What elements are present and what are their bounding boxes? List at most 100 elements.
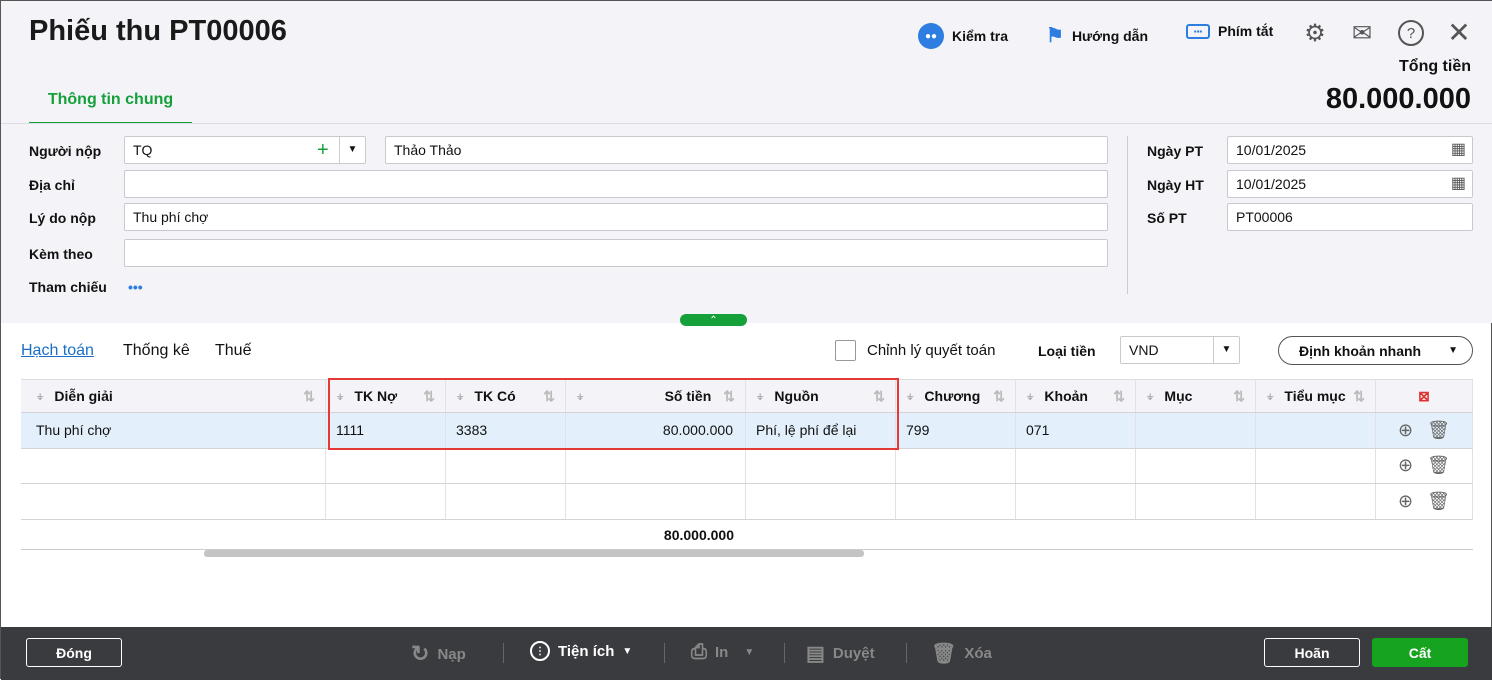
sort-icon[interactable]: ⇅ bbox=[1113, 388, 1125, 405]
settle-checkbox[interactable] bbox=[835, 340, 856, 361]
table-cell[interactable]: Thu phí chợ bbox=[26, 413, 326, 448]
add-icon[interactable]: + bbox=[317, 137, 329, 163]
horizontal-scrollbar[interactable] bbox=[204, 550, 864, 557]
sort-icon[interactable]: ⇅ bbox=[1353, 388, 1365, 405]
save-button[interactable]: Cất bbox=[1372, 638, 1468, 667]
reload-button[interactable]: ↻ Nạp bbox=[411, 641, 466, 667]
check-button[interactable]: ●● Kiểm tra bbox=[918, 23, 1008, 49]
column-header[interactable]: ⍖ Chương ⇅ bbox=[896, 380, 1016, 412]
guide-button[interactable]: ⚑ Hướng dẫn bbox=[1046, 23, 1148, 48]
table-cell[interactable] bbox=[566, 484, 746, 519]
trash-icon[interactable]: 🗑 bbox=[1427, 455, 1450, 476]
column-header[interactable]: ⍖ Mục ⇅ bbox=[1136, 380, 1256, 412]
table-row[interactable]: ⊕ 🗑 bbox=[21, 448, 1473, 484]
date-ht-field[interactable]: 10/01/2025 ▦ bbox=[1227, 170, 1473, 198]
utilities-button[interactable]: ⋮ Tiện ích ▼ bbox=[530, 641, 632, 661]
reason-label: Lý do nộp bbox=[29, 210, 96, 226]
trash-icon[interactable]: 🗑 bbox=[1427, 420, 1450, 441]
table-cell[interactable] bbox=[326, 448, 446, 483]
table-cell[interactable] bbox=[1016, 448, 1136, 483]
calendar-icon[interactable]: ▦ bbox=[1451, 137, 1466, 163]
attach-field[interactable] bbox=[124, 239, 1108, 267]
payer-code-combobox[interactable]: TQ + ▼ bbox=[124, 136, 366, 164]
caret-down-icon: ▼ bbox=[1448, 345, 1458, 356]
table-cell[interactable] bbox=[1136, 413, 1256, 448]
close-button[interactable]: Đóng bbox=[26, 638, 122, 667]
approve-button[interactable]: ▤ Duyệt bbox=[806, 641, 875, 666]
column-header[interactable]: ⍖ Khoản ⇅ bbox=[1016, 380, 1136, 412]
table-cell[interactable]: 799 bbox=[896, 413, 1016, 448]
table-cell[interactable] bbox=[446, 448, 566, 483]
delete-all-icon[interactable]: ⊠ bbox=[1376, 380, 1473, 412]
add-row-icon[interactable]: ⊕ bbox=[1398, 455, 1413, 476]
table-cell[interactable]: 071 bbox=[1016, 413, 1136, 448]
close-icon[interactable]: ✕ bbox=[1445, 17, 1473, 48]
address-label: Địa chỉ bbox=[29, 177, 75, 193]
chevron-down-icon[interactable]: ▼ bbox=[1213, 337, 1239, 363]
table-cell[interactable] bbox=[1016, 484, 1136, 519]
quick-entry-button[interactable]: Định khoản nhanh ▼ bbox=[1278, 336, 1473, 365]
table-row[interactable]: ⊕ 🗑 bbox=[21, 484, 1473, 520]
delete-button[interactable]: 🗑 Xóa bbox=[931, 641, 992, 666]
chevron-down-icon[interactable]: ▼ bbox=[339, 137, 365, 163]
gear-icon[interactable]: ⚙ bbox=[1301, 19, 1329, 47]
help-icon[interactable]: ? bbox=[1398, 20, 1424, 46]
signpost-icon: ⚑ bbox=[1046, 25, 1064, 47]
sort-icon[interactable]: ⇅ bbox=[303, 388, 315, 405]
column-title: Chương bbox=[924, 388, 981, 404]
tab-accounting[interactable]: Hạch toán bbox=[21, 342, 94, 360]
table-cell[interactable] bbox=[746, 448, 896, 483]
collapse-button[interactable]: ⌃ bbox=[680, 314, 747, 326]
pin-icon[interactable]: ⍖ bbox=[1026, 388, 1034, 405]
tab-general-info[interactable]: Thông tin chung bbox=[29, 91, 192, 125]
column-header[interactable]: ⍖ Tiểu mục ⇅ bbox=[1256, 380, 1376, 412]
table-cell[interactable] bbox=[896, 484, 1016, 519]
tab-statistics[interactable]: Thống kê bbox=[123, 342, 190, 360]
table-total-row[interactable]: 80.000.000 bbox=[21, 520, 1473, 550]
column-title: Khoản bbox=[1044, 388, 1088, 404]
table-cell[interactable] bbox=[26, 448, 326, 483]
sort-icon[interactable]: ⇅ bbox=[1233, 388, 1245, 405]
sort-icon[interactable]: ⇅ bbox=[993, 388, 1005, 405]
pin-icon[interactable]: ⍖ bbox=[36, 388, 44, 405]
cancel-button[interactable]: Hoãn bbox=[1264, 638, 1360, 667]
pin-icon[interactable]: ⍖ bbox=[906, 388, 914, 405]
table-cell[interactable] bbox=[1256, 413, 1376, 448]
currency-select[interactable]: VND ▼ bbox=[1120, 336, 1240, 364]
date-pt-field[interactable]: 10/01/2025 ▦ bbox=[1227, 136, 1473, 164]
table-cell[interactable] bbox=[326, 484, 446, 519]
add-row-icon[interactable]: ⊕ bbox=[1398, 491, 1413, 512]
table-cell[interactable] bbox=[746, 484, 896, 519]
add-row-icon[interactable]: ⊕ bbox=[1398, 420, 1413, 441]
address-field[interactable] bbox=[124, 170, 1108, 198]
email-icon[interactable]: ✉ bbox=[1348, 19, 1376, 47]
payer-name-field[interactable]: Thảo Thảo bbox=[385, 136, 1108, 164]
voucher-no-field[interactable]: PT00006 bbox=[1227, 203, 1473, 231]
quick-entry-label: Định khoản nhanh bbox=[1299, 342, 1422, 359]
table-cell[interactable] bbox=[896, 448, 1016, 483]
shortcuts-button[interactable]: ▪▪▪ Phím tắt bbox=[1186, 23, 1273, 39]
table-cell[interactable] bbox=[1136, 448, 1256, 483]
table-cell[interactable] bbox=[1136, 484, 1256, 519]
column-title: Mục bbox=[1164, 388, 1193, 404]
tab-tax[interactable]: Thuế bbox=[215, 342, 251, 360]
reference-more-button[interactable]: ••• bbox=[128, 279, 143, 295]
separator bbox=[664, 643, 665, 663]
table-cell[interactable] bbox=[1256, 484, 1376, 519]
keyboard-icon: ▪▪▪ bbox=[1186, 23, 1210, 39]
separator bbox=[503, 643, 504, 663]
table-cell[interactable] bbox=[26, 484, 326, 519]
total-label: Tổng tiền bbox=[1399, 58, 1471, 75]
pin-icon[interactable]: ⍖ bbox=[1146, 388, 1154, 405]
trash-icon[interactable]: 🗑 bbox=[1427, 491, 1450, 512]
calendar-icon[interactable]: ▦ bbox=[1451, 171, 1466, 197]
page-title: Phiếu thu PT00006 bbox=[29, 15, 287, 47]
column-header[interactable]: ⍖ Diễn giải ⇅ bbox=[26, 380, 326, 412]
table-cell[interactable] bbox=[1256, 448, 1376, 483]
print-button[interactable]: ⎙ In ▼ bbox=[691, 641, 754, 664]
table-cell[interactable] bbox=[566, 448, 746, 483]
row-actions: ⊕ 🗑 bbox=[1376, 448, 1473, 483]
pin-icon[interactable]: ⍖ bbox=[1266, 388, 1274, 405]
reason-field[interactable]: Thu phí chợ bbox=[124, 203, 1108, 231]
table-cell[interactable] bbox=[446, 484, 566, 519]
